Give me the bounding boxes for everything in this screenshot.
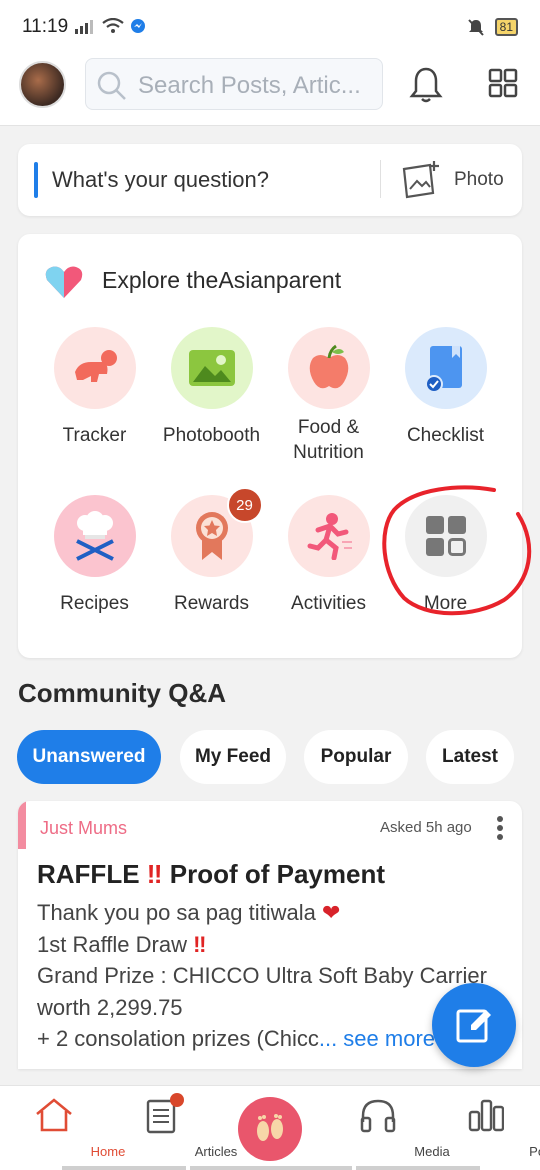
gesture-bar xyxy=(62,1166,186,1170)
nav-center-button[interactable] xyxy=(238,1097,302,1161)
status-right: 81 xyxy=(467,18,518,36)
tile-photobooth[interactable]: Photobooth xyxy=(153,327,270,448)
menu-grid-icon[interactable] xyxy=(488,68,518,98)
tile-label: Tracker xyxy=(62,425,127,446)
status-icons xyxy=(74,18,146,34)
explore-card: Explore theAsianparent Tracker Photoboot… xyxy=(18,234,522,658)
gesture-bar xyxy=(356,1166,480,1170)
mute-icon xyxy=(467,19,484,36)
filter-my-feed[interactable]: My Feed xyxy=(180,730,286,784)
photo-label[interactable]: Photo xyxy=(454,169,504,191)
tile-label: Recipes xyxy=(60,593,129,614)
search-input[interactable]: Search Posts, Artic... xyxy=(85,58,383,110)
tile-more[interactable]: More xyxy=(387,495,504,616)
tile-rewards[interactable]: 29 Rewards xyxy=(153,487,270,616)
image-icon xyxy=(170,327,253,409)
tile-label: Checklist xyxy=(406,425,485,446)
battery-indicator: 81 xyxy=(494,18,518,36)
apple-icon xyxy=(287,327,370,409)
tile-tracker[interactable]: Tracker xyxy=(36,327,153,448)
gesture-bar xyxy=(190,1166,352,1170)
heart-icon xyxy=(45,266,83,298)
headphones-icon xyxy=(360,1099,396,1133)
filter-latest[interactable]: Latest xyxy=(426,730,514,784)
app-header: Search Posts, Artic... xyxy=(0,56,540,126)
divider xyxy=(380,160,381,198)
post-time: Asked 5h ago xyxy=(380,819,472,836)
tile-checklist[interactable]: Checklist xyxy=(387,327,504,448)
nav-media[interactable]: Media xyxy=(324,1086,450,1170)
tile-label: Photobooth xyxy=(162,425,261,446)
bell-icon[interactable] xyxy=(409,66,443,104)
avatar[interactable] xyxy=(19,61,66,108)
add-photo-icon[interactable] xyxy=(400,159,442,199)
tile-label: Food & Nutrition xyxy=(293,417,364,463)
heart-emoji-icon: ❤ xyxy=(321,900,341,925)
nav-articles[interactable]: Articles xyxy=(108,1086,237,1170)
tile-food-nutrition[interactable]: Food & Nutrition xyxy=(270,327,387,465)
search-icon xyxy=(97,71,126,100)
post-title: RAFFLE ‼ Proof of Payment xyxy=(37,859,385,889)
bottom-nav: Home Articles Media Poll xyxy=(0,1085,540,1170)
double-exclamation-icon: ‼ xyxy=(146,859,163,889)
notification-dot xyxy=(170,1093,184,1107)
more-options-icon[interactable] xyxy=(496,815,504,841)
see-more-link[interactable]: ... see more xyxy=(319,1026,435,1051)
filter-unanswered[interactable]: Unanswered xyxy=(17,730,161,784)
wifi-icon xyxy=(102,18,124,33)
community-title: Community Q&A xyxy=(18,678,226,708)
ask-question-card[interactable]: What's your question? Photo xyxy=(18,144,522,216)
nav-label: Poll xyxy=(529,1144,540,1159)
tile-label: Activities xyxy=(291,593,366,614)
question-accent-bar xyxy=(34,162,38,198)
signal-icon xyxy=(75,20,93,34)
nav-poll[interactable]: Poll xyxy=(432,1086,540,1170)
group-accent xyxy=(18,801,26,849)
grid-icon xyxy=(404,495,487,577)
poll-icon xyxy=(468,1099,504,1132)
nav-home[interactable]: Home xyxy=(0,1086,125,1170)
tile-label: Rewards xyxy=(174,593,249,614)
home-icon xyxy=(36,1098,72,1132)
search-placeholder: Search Posts, Artic... xyxy=(138,72,361,99)
compose-button[interactable] xyxy=(432,983,516,1067)
ribbon-icon: 29 xyxy=(170,487,263,577)
chef-hat-icon xyxy=(53,495,136,577)
baby-crawl-icon xyxy=(53,327,136,409)
status-bar: 11:19 81 xyxy=(0,0,540,56)
explore-title: Explore theAsianparent xyxy=(102,267,342,293)
footprints-icon xyxy=(257,1114,283,1141)
double-exclamation-icon: ‼ xyxy=(193,931,207,957)
status-time: 11:19 xyxy=(22,16,69,37)
tile-activities[interactable]: Activities xyxy=(270,495,387,616)
runner-icon xyxy=(287,495,370,577)
question-prompt: What's your question? xyxy=(52,167,269,192)
rewards-badge: 29 xyxy=(226,487,263,523)
messenger-icon xyxy=(131,19,145,33)
filter-popular[interactable]: Popular xyxy=(304,730,408,784)
tile-recipes[interactable]: Recipes xyxy=(36,495,153,616)
checklist-icon xyxy=(404,327,487,409)
edit-icon xyxy=(456,1009,491,1043)
tile-label: More xyxy=(423,593,468,614)
post-group[interactable]: Just Mums xyxy=(40,818,127,839)
